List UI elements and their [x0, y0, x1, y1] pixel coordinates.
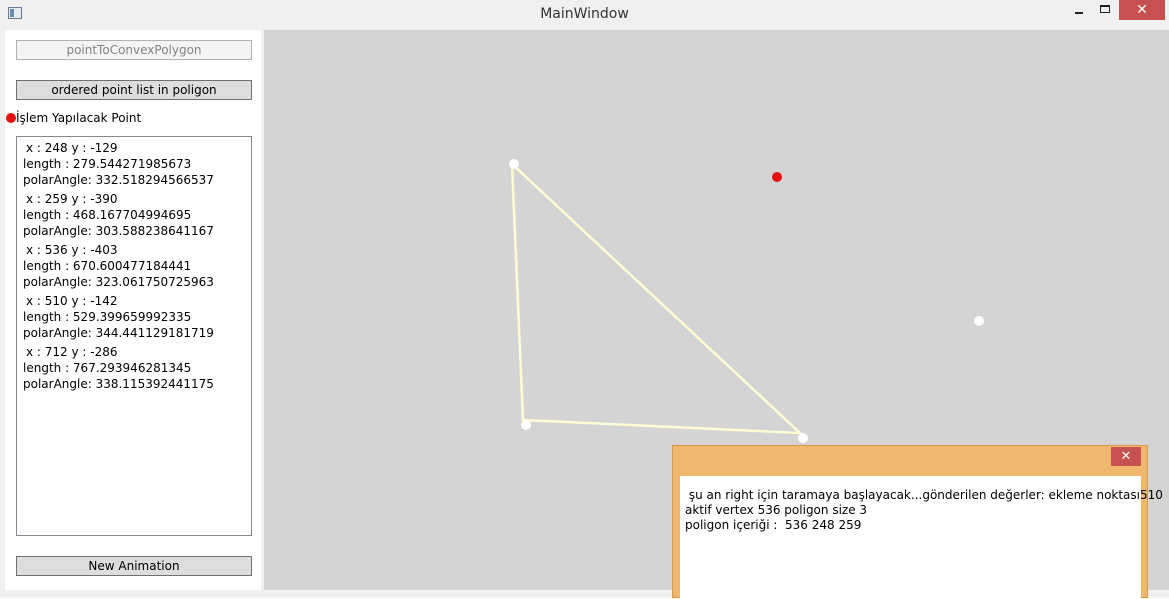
- point-polar-angle: polarAngle: 303.588238641167: [23, 224, 214, 238]
- convex-polygon: [510, 161, 804, 435]
- list-item[interactable]: x : 259 y : -390 length : 468.1677049946…: [17, 188, 251, 239]
- point-coordinates: x : 259 y : -390: [26, 192, 118, 206]
- list-item[interactable]: x : 712 y : -286 length : 767.2939462813…: [17, 341, 251, 392]
- point-coordinates: x : 536 y : -403: [26, 243, 118, 257]
- point-polar-angle: polarAngle: 332.518294566537: [23, 173, 214, 187]
- list-item[interactable]: x : 536 y : -403 length : 670.6004771844…: [17, 239, 251, 290]
- message-dialog: ✕ şu an right için taramaya başlayacak..…: [672, 445, 1163, 599]
- dialog-line-2: aktif vertex 536 poligon size 3: [685, 503, 868, 517]
- close-icon[interactable]: ✕: [1119, 0, 1165, 20]
- maximize-icon[interactable]: [1092, 0, 1118, 20]
- processing-point-label: İşlem Yapılacak Point: [16, 111, 142, 125]
- point-coordinates: x : 712 y : -286: [26, 345, 118, 359]
- new-animation-button[interactable]: New Animation: [16, 556, 252, 576]
- polygon-vertex: [798, 433, 808, 443]
- list-item[interactable]: x : 510 y : -142 length : 529.3996599923…: [17, 290, 251, 341]
- point-polar-angle: polarAngle: 323.061750725963: [23, 275, 214, 289]
- polygon-vertex: [509, 159, 519, 169]
- point-coordinates: x : 248 y : -129: [26, 141, 118, 155]
- point-length: length : 279.544271985673: [23, 157, 192, 171]
- point-length: length : 468.167704994695: [23, 208, 192, 222]
- point-length: length : 529.399659992335: [23, 310, 192, 324]
- point-to-convex-polygon-button[interactable]: pointToConvexPolygon: [16, 40, 252, 60]
- window-title: MainWindow: [540, 6, 629, 22]
- minimize-icon[interactable]: [1066, 0, 1092, 20]
- red-dot-icon: [6, 113, 16, 123]
- point-polar-angle: polarAngle: 338.115392441175: [23, 377, 214, 391]
- dialog-message: şu an right için taramaya başlayacak...g…: [685, 488, 1163, 533]
- list-item[interactable]: x : 248 y : -129 length : 279.5442719856…: [17, 137, 251, 188]
- dialog-line-3: poligon içeriği : 536 248 259: [685, 518, 862, 532]
- dialog-line-1: şu an right için taramaya başlayacak...g…: [685, 488, 1163, 502]
- point-length: length : 670.600477184441: [23, 259, 192, 273]
- title-bar: MainWindow ✕: [0, 0, 1169, 30]
- point-coordinates: x : 510 y : -142: [26, 294, 118, 308]
- active-point: [772, 172, 782, 182]
- unprocessed-point: [974, 316, 984, 326]
- dialog-close-button[interactable]: ✕: [1111, 447, 1141, 466]
- ordered-point-list-button[interactable]: ordered point list in poligon: [16, 80, 252, 100]
- polygon-vertex: [521, 420, 531, 430]
- point-list[interactable]: x : 248 y : -129 length : 279.5442719856…: [16, 136, 252, 536]
- point-length: length : 767.293946281345: [23, 361, 192, 375]
- point-polar-angle: polarAngle: 344.441129181719: [23, 326, 214, 340]
